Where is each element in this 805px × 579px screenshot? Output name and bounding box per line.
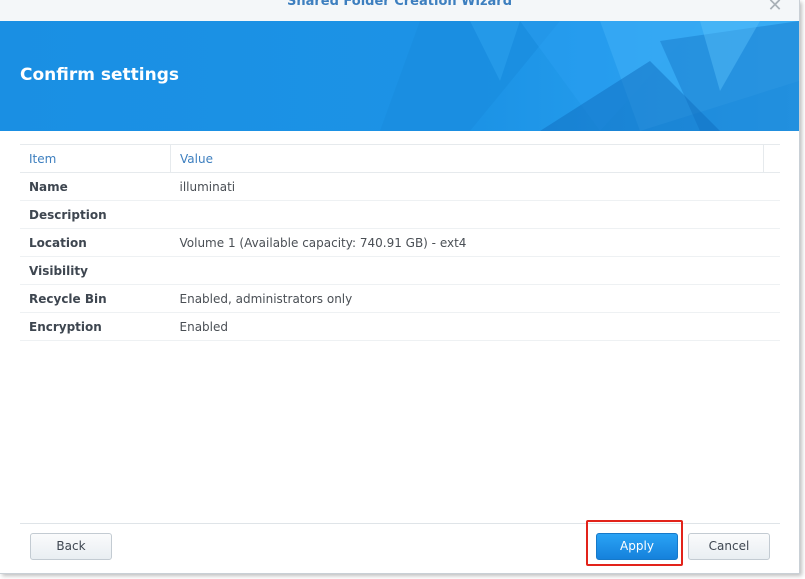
row-item-encryption: Encryption xyxy=(20,312,171,341)
table-row[interactable]: Description xyxy=(20,200,780,229)
column-header-value[interactable]: Value xyxy=(170,144,764,173)
table-row[interactable]: Encryption Enabled xyxy=(20,312,780,341)
table-row[interactable]: Location Volume 1 (Available capacity: 7… xyxy=(20,228,780,257)
back-button[interactable]: Back xyxy=(30,533,112,560)
row-value-visibility xyxy=(170,256,780,285)
footer-divider xyxy=(20,523,780,524)
column-header-item[interactable]: Item xyxy=(20,144,171,173)
window-title: Shared Folder Creation Wizard xyxy=(286,0,513,9)
column-header-spacer xyxy=(763,144,780,173)
row-item-name: Name xyxy=(20,172,171,201)
table-row[interactable]: Recycle Bin Enabled, administrators only xyxy=(20,284,780,313)
table-row[interactable]: Visibility xyxy=(20,256,780,285)
row-value-encryption: Enabled xyxy=(170,312,780,341)
title-bar: Shared Folder Creation Wizard ✕ xyxy=(0,0,799,22)
row-value-location: Volume 1 (Available capacity: 740.91 GB)… xyxy=(170,228,780,257)
row-item-visibility: Visibility xyxy=(20,256,171,285)
apply-button[interactable]: Apply xyxy=(596,533,678,560)
table-row[interactable]: Name illuminati xyxy=(20,172,780,201)
row-value-recycle-bin: Enabled, administrators only xyxy=(170,284,780,313)
row-item-location: Location xyxy=(20,228,171,257)
row-value-description xyxy=(170,200,780,229)
row-item-recycle-bin: Recycle Bin xyxy=(20,284,171,313)
header-banner: Confirm settings xyxy=(0,21,799,131)
cancel-button[interactable]: Cancel xyxy=(688,533,770,560)
settings-summary-table: Item Value Name illuminati Description L… xyxy=(20,144,780,341)
close-icon[interactable]: ✕ xyxy=(765,0,785,16)
step-title: Confirm settings xyxy=(20,65,179,85)
row-value-name: illuminati xyxy=(170,172,780,201)
table-header-row: Item Value xyxy=(20,144,780,173)
wizard-window: Shared Folder Creation Wizard ✕ Confirm … xyxy=(0,0,800,574)
row-item-description: Description xyxy=(20,200,171,229)
